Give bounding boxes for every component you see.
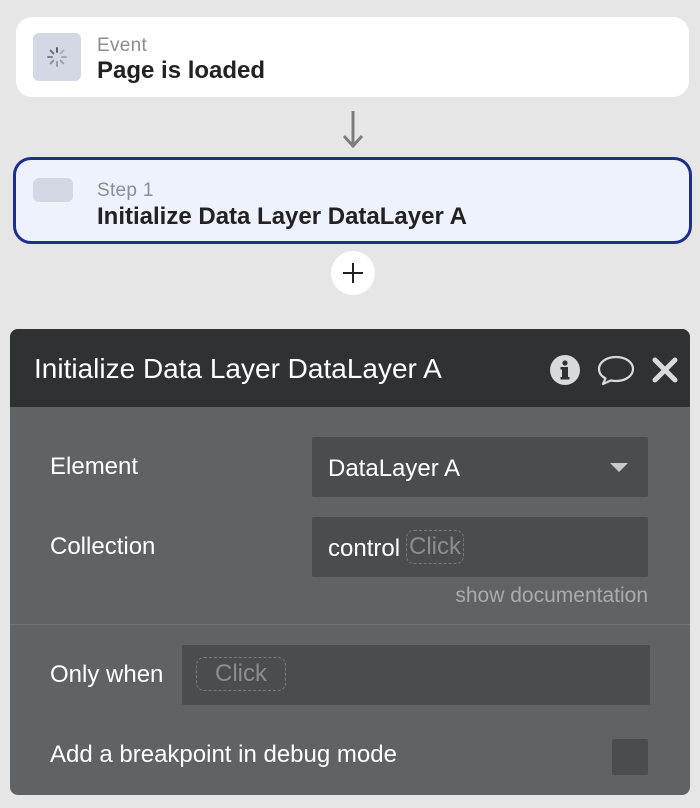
step-icon	[33, 178, 73, 202]
collection-input[interactable]: control Click	[312, 517, 648, 577]
panel-title: Initialize Data Layer DataLayer A	[34, 353, 442, 384]
info-icon[interactable]	[548, 353, 582, 387]
plus-icon	[343, 263, 363, 283]
add-step-button[interactable]	[331, 251, 375, 295]
arrow-down-icon	[342, 111, 364, 149]
show-documentation-link[interactable]: show documentation	[455, 584, 648, 608]
event-kicker: Event	[97, 35, 148, 56]
action-properties-panel: Initialize Data Layer DataLayer A Elemen…	[10, 329, 690, 795]
only-when-input[interactable]: Click	[182, 645, 650, 705]
breakpoint-checkbox[interactable]	[612, 739, 648, 775]
element-dropdown[interactable]: DataLayer A	[312, 437, 648, 497]
comment-icon[interactable]	[596, 353, 636, 387]
collection-click-placeholder[interactable]: Click	[406, 530, 464, 564]
collection-label: Collection	[50, 533, 156, 560]
element-dropdown-value: DataLayer A	[328, 455, 461, 482]
event-card[interactable]: Event Page is loaded	[16, 17, 689, 97]
element-label: Element	[50, 453, 139, 480]
divider	[10, 624, 690, 625]
panel-header: Initialize Data Layer DataLayer A	[10, 329, 690, 407]
collection-value: control	[328, 535, 401, 562]
close-icon[interactable]	[648, 353, 682, 387]
step-title: Initialize Data Layer DataLayer A	[97, 203, 467, 230]
breakpoint-label: Add a breakpoint in debug mode	[50, 741, 397, 768]
only-when-label: Only when	[50, 661, 164, 688]
chevron-down-icon	[610, 463, 628, 472]
step-card[interactable]: Step 1 Initialize Data Layer DataLayer A	[13, 157, 692, 244]
only-when-click-placeholder[interactable]: Click	[196, 657, 286, 691]
loading-spinner-icon	[33, 33, 81, 81]
event-title: Page is loaded	[97, 57, 266, 84]
step-kicker: Step 1	[97, 180, 154, 201]
